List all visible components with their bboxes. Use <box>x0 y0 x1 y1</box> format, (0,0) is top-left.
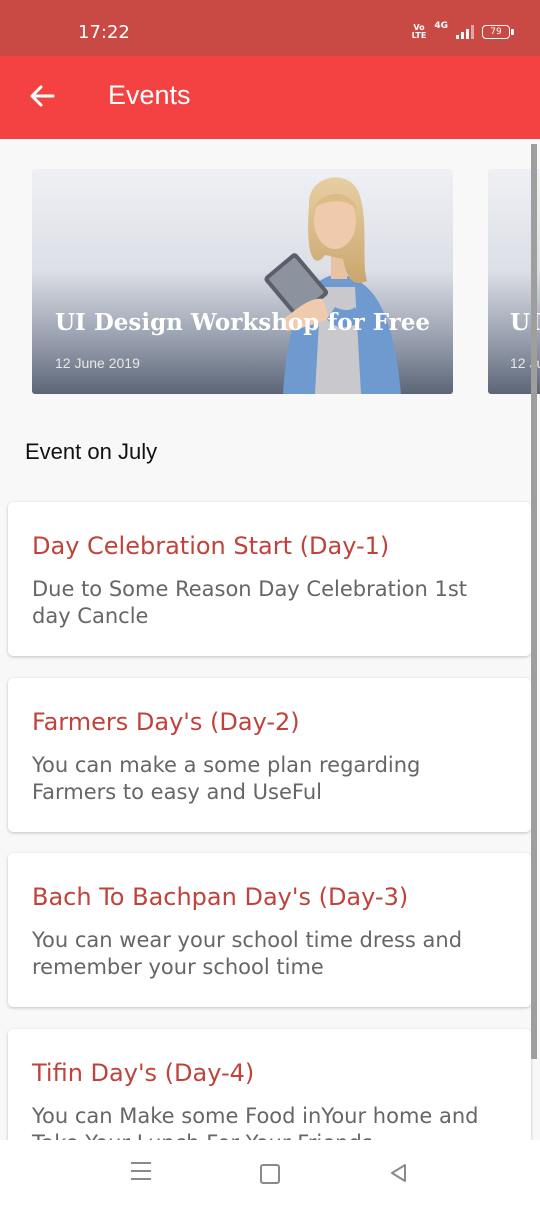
event-description: Due to Some Reason Day Celebration 1st d… <box>32 577 468 628</box>
event-title: Farmers Day's (Day-2) <box>32 708 300 736</box>
events-content[interactable]: UI Design Workshop for Free 12 June 2019… <box>0 139 540 1140</box>
volte-icon: Vo LTE <box>411 23 427 40</box>
network-type: 4G <box>434 21 448 31</box>
back-triangle-icon[interactable] <box>388 1162 408 1184</box>
status-time: 17:22 <box>78 22 130 43</box>
banner-person-image <box>264 177 401 394</box>
section-title: Event on July <box>25 439 158 464</box>
page-title: Events <box>108 80 191 110</box>
event-banner[interactable]: UI Design Workshop for Free 12 June 2019 <box>32 169 453 394</box>
arrow-left-icon <box>30 85 55 107</box>
banner-date: 12 June 2019 <box>55 355 140 371</box>
status-icons: Vo LTE 4G 79 <box>411 21 514 40</box>
event-description: You can Make some Food inYour home and T… <box>32 1104 479 1140</box>
event-card[interactable]: Farmers Day's (Day-2) You can make a som… <box>8 678 531 832</box>
status-bar: 17:22 Vo LTE 4G 79 <box>0 0 540 56</box>
banner-title: UI Design Workshop for Free <box>55 309 431 336</box>
event-description: You can make a some plan regarding Farme… <box>32 753 421 804</box>
event-card[interactable]: Bach To Bachpan Day's (Day-3) You can we… <box>8 853 531 1007</box>
battery-icon: 79 <box>482 25 514 39</box>
event-card[interactable]: Day Celebration Start (Day-1) Due to Som… <box>8 502 531 656</box>
event-description: You can wear your school time dress and … <box>32 928 463 979</box>
system-nav-bar <box>0 1140 540 1206</box>
scrollbar[interactable] <box>531 144 537 1059</box>
event-title: Day Celebration Start (Day-1) <box>32 532 390 560</box>
event-title: Bach To Bachpan Day's (Day-3) <box>32 883 409 911</box>
event-card[interactable]: Tifin Day's (Day-4) You can Make some Fo… <box>8 1029 531 1140</box>
app-bar: Events <box>0 56 540 139</box>
menu-icon[interactable] <box>131 1162 151 1180</box>
event-title: Tifin Day's (Day-4) <box>32 1059 255 1087</box>
home-icon[interactable] <box>260 1164 280 1184</box>
back-button[interactable] <box>22 76 62 116</box>
signal-icon <box>456 25 474 39</box>
